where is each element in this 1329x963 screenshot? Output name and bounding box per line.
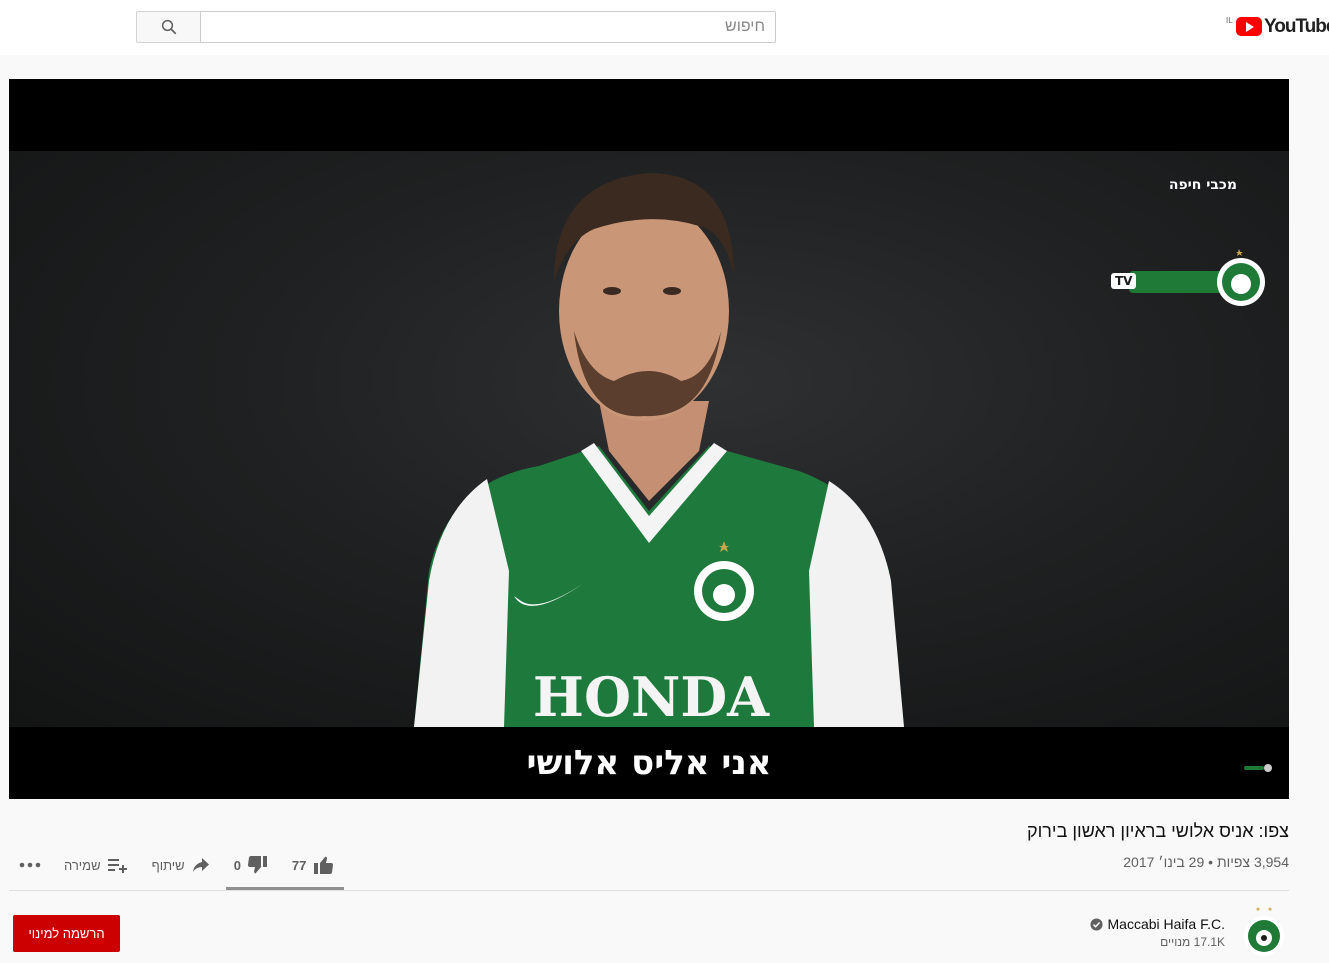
video-meta: 3,954 צפיות • 29 בינו׳ 2017	[1123, 854, 1289, 870]
view-count: 3,954 צפיות	[1216, 854, 1289, 870]
search-input[interactable]	[200, 11, 776, 43]
logo-text: YouTube	[1264, 16, 1329, 37]
subscriber-count: 17.1K מנויים	[1160, 935, 1225, 949]
watermark-icon	[1244, 764, 1272, 772]
masthead: IL YouTube	[0, 0, 1329, 55]
upload-date: 29 בינו׳ 2017	[1123, 854, 1205, 870]
video-frame: HONDA מכבי חיפה TV	[9, 151, 1289, 727]
thumbs-down-icon	[247, 856, 267, 874]
thumbs-up-icon	[314, 856, 334, 874]
video-subtitle: אני אליס אלושי	[526, 743, 772, 783]
dislike-button[interactable]: 0	[234, 856, 268, 874]
share-icon	[192, 858, 209, 872]
country-code: IL	[1226, 16, 1233, 25]
overlay-channel-text: מכבי חיפה	[1168, 177, 1237, 193]
more-actions-button[interactable]	[10, 862, 50, 868]
youtube-logo-icon	[1236, 17, 1262, 36]
overlay-tv-label: TV	[1111, 273, 1137, 289]
video-still-person: HONDA	[414, 173, 904, 727]
share-button[interactable]: שיתוף	[152, 857, 210, 873]
search-button[interactable]	[136, 11, 201, 43]
meta-separator: •	[1204, 854, 1217, 870]
verified-icon	[1089, 917, 1103, 931]
like-button[interactable]: 77	[291, 856, 334, 874]
save-label: שמירה	[64, 857, 101, 873]
video-actions: שמירה שיתוף 0 77	[10, 845, 334, 885]
channel-avatar[interactable]	[1240, 905, 1288, 957]
subscribe-button[interactable]: הרשמה למינוי	[13, 915, 120, 952]
video-title: צפו: אניס אלושי בראיון ראשון בירוק	[1027, 821, 1289, 841]
jersey-sponsor-text: HONDA	[533, 665, 770, 727]
more-icon	[19, 862, 41, 868]
like-count: 77	[291, 857, 307, 873]
channel-name-text: Maccabi Haifa F.C.	[1107, 916, 1225, 932]
channel-name[interactable]: Maccabi Haifa F.C.	[1089, 916, 1225, 932]
divider	[9, 890, 1289, 891]
search-icon	[161, 19, 176, 35]
save-button[interactable]: שמירה	[64, 857, 128, 873]
video-player[interactable]: HONDA מכבי חיפה TV אני אליס אלושי	[9, 79, 1289, 799]
share-label: שיתוף	[151, 857, 185, 873]
dislike-count: 0	[233, 857, 241, 873]
playlist-add-icon	[107, 859, 127, 873]
